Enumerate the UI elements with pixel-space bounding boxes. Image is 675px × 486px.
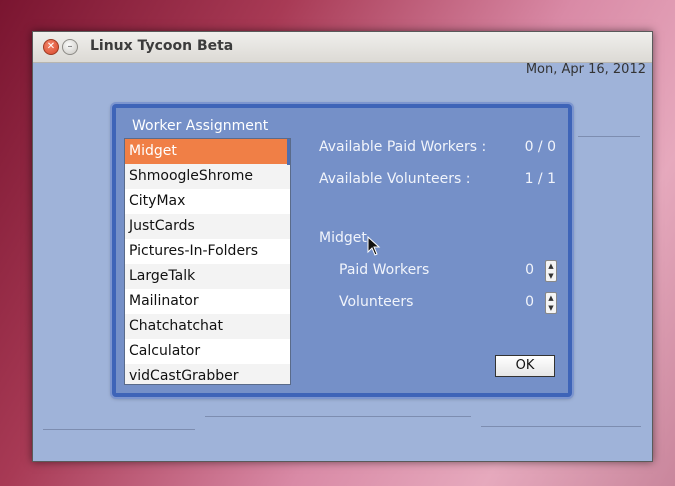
- window-title: Linux Tycoon Beta: [90, 38, 234, 54]
- dialog-title: Worker Assignment: [132, 118, 269, 134]
- paid-workers-stepper[interactable]: ▲ ▼: [545, 260, 557, 282]
- available-volunteers-label: Available Volunteers :: [319, 171, 471, 187]
- list-item-vidcastgrabber[interactable]: vidCastGrabber: [125, 364, 290, 384]
- available-paid-value: 0 / 0: [524, 139, 556, 155]
- paid-workers-label: Paid Workers: [339, 262, 430, 278]
- list-scrollbar[interactable]: [287, 139, 290, 165]
- divider: [578, 136, 640, 137]
- worker-assignment-dialog: Worker Assignment Midget ShmoogleShrome …: [112, 104, 572, 397]
- list-item-mailinator[interactable]: Mailinator: [125, 289, 290, 314]
- mouse-cursor-icon: [367, 236, 381, 256]
- volunteers-stepper[interactable]: ▲ ▼: [545, 292, 557, 314]
- project-heading: Midget: [319, 230, 367, 246]
- game-window: ✕ – Linux Tycoon Beta Mon, Apr 16, 2012 …: [32, 31, 653, 462]
- ok-button[interactable]: OK: [495, 355, 555, 377]
- available-paid-label: Available Paid Workers :: [319, 139, 487, 155]
- paid-workers-value: 0: [525, 262, 534, 278]
- increment-icon[interactable]: ▲: [546, 293, 556, 303]
- list-item-chatchatchat[interactable]: Chatchatchat: [125, 314, 290, 339]
- decrement-icon[interactable]: ▼: [546, 271, 556, 281]
- volunteers-value: 0: [525, 294, 534, 310]
- list-item-justcards[interactable]: JustCards: [125, 214, 290, 239]
- available-volunteers-value: 1 / 1: [524, 171, 556, 187]
- list-item-citymax[interactable]: CityMax: [125, 189, 290, 214]
- increment-icon[interactable]: ▲: [546, 261, 556, 271]
- divider: [481, 426, 641, 427]
- divider: [43, 429, 195, 430]
- decrement-icon[interactable]: ▼: [546, 303, 556, 313]
- list-item-pictures-in-folders[interactable]: Pictures-In-Folders: [125, 239, 290, 264]
- project-list[interactable]: Midget ShmoogleShrome CityMax JustCards …: [124, 138, 291, 385]
- title-bar[interactable]: ✕ – Linux Tycoon Beta: [33, 32, 652, 63]
- list-item-shmoogleshrome[interactable]: ShmoogleShrome: [125, 164, 290, 189]
- list-item-midget[interactable]: Midget: [125, 139, 290, 164]
- list-item-largetalk[interactable]: LargeTalk: [125, 264, 290, 289]
- list-item-calculator[interactable]: Calculator: [125, 339, 290, 364]
- minimize-icon[interactable]: –: [62, 39, 78, 55]
- date-label: Mon, Apr 16, 2012: [525, 62, 646, 77]
- divider: [205, 416, 471, 417]
- volunteers-label: Volunteers: [339, 294, 414, 310]
- close-icon[interactable]: ✕: [43, 39, 59, 55]
